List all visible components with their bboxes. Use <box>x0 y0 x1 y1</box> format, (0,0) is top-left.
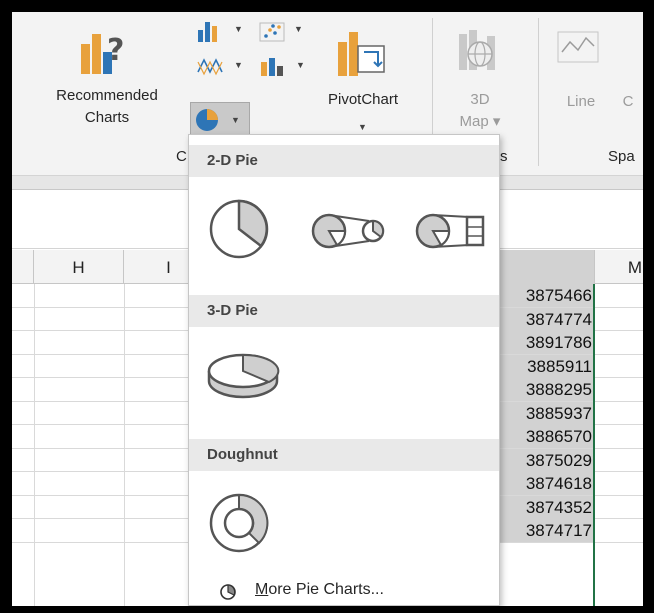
more-pie-charts-text: ore Pie Charts... <box>268 581 384 598</box>
cell-value[interactable]: 3891786 <box>494 331 595 354</box>
cell-value[interactable]: 3874352 <box>494 495 595 519</box>
chevron-down-icon: ▼ <box>234 24 243 34</box>
3d-pie-option[interactable] <box>205 345 281 405</box>
statistic-chart-icon <box>261 58 283 76</box>
column-header-m[interactable]: M <box>595 250 643 284</box>
bar-of-pie-icon <box>415 213 485 249</box>
cell-value[interactable]: 3888295 <box>494 378 595 401</box>
cell-value[interactable]: 3885911 <box>494 354 595 378</box>
section-2d-pie: 2-D Pie <box>189 145 499 177</box>
waterfall-chart-icon <box>197 58 223 76</box>
column-header-corner[interactable] <box>12 250 34 284</box>
cell-value[interactable]: 3874618 <box>494 472 595 495</box>
line-sparkline-icon <box>557 31 599 63</box>
pie-icon <box>209 199 269 259</box>
selection-border <box>593 284 595 606</box>
pivotchart-icon <box>338 32 385 76</box>
recommended-charts-icon: ? <box>81 33 124 74</box>
cell-value[interactable]: 3875029 <box>494 448 595 472</box>
grid-line <box>34 284 35 606</box>
grid-line <box>124 284 125 606</box>
svg-text:?: ? <box>107 33 124 68</box>
doughnut-option[interactable] <box>207 491 271 555</box>
3d-map-label-text: Map <box>459 113 489 130</box>
pie-chart-icon <box>196 109 218 131</box>
globe-icon <box>459 30 495 70</box>
bar-of-pie-option[interactable] <box>411 211 495 251</box>
chevron-down-icon: ▼ <box>294 24 303 34</box>
group-label-sparklines: Spa <box>608 148 635 165</box>
more-pie-charts-label: More Pie Charts... <box>255 581 384 599</box>
group-label-tours: s <box>500 148 508 165</box>
pie-of-pie-icon <box>311 213 385 249</box>
cell-value[interactable]: 3886570 <box>494 425 595 448</box>
sparkline-column-button[interactable]: C <box>618 18 643 128</box>
pie-of-pie-option[interactable] <box>307 211 391 251</box>
3d-pie-icon <box>207 353 280 399</box>
pie-option[interactable] <box>207 197 271 261</box>
pie-chart-button[interactable]: ▼ <box>190 102 250 136</box>
recommended-charts-label-2: Charts <box>84 109 130 126</box>
group-label-charts: C <box>176 148 187 165</box>
section-3d-pie: 3-D Pie <box>189 295 499 327</box>
chevron-down-icon: ▼ <box>358 122 367 132</box>
more-pie-charts-accelerator: M <box>255 581 269 598</box>
excel-window: ? Recommended Charts ▼ ▼ ▼ ▼ ▼ PivotChar… <box>12 12 643 606</box>
column-header-h[interactable]: H <box>34 250 124 284</box>
pie-chart-small-icon <box>220 584 236 600</box>
column-chart-button[interactable]: ▼ <box>194 18 250 46</box>
more-pie-charts-item[interactable]: More Pie Charts... <box>189 575 499 606</box>
scatter-chart-button[interactable]: ▼ <box>256 18 312 46</box>
column-header-l[interactable] <box>494 250 595 284</box>
cell-value[interactable]: 3885937 <box>494 401 595 425</box>
3d-map-label-1: 3D <box>470 91 490 108</box>
chevron-down-icon: ▼ <box>234 60 243 70</box>
pivotchart-label: PivotChart <box>327 91 399 108</box>
scatter-chart-icon <box>259 22 285 42</box>
doughnut-icon <box>209 493 269 553</box>
cell-value[interactable]: 3875466 <box>494 284 595 307</box>
recommended-charts-label-1: Recommended <box>56 87 158 104</box>
chevron-down-icon: ▼ <box>296 60 305 70</box>
line-chart-small-button[interactable]: ▼ <box>194 52 250 80</box>
chevron-down-icon: ▼ <box>231 115 240 125</box>
cell-value[interactable]: 3874774 <box>494 307 595 331</box>
pie-chart-dropdown: 2-D Pie 3-D Pie Doughnut More Pie Charts… <box>188 134 500 606</box>
recommended-charts-button[interactable]: ? Recommended Charts <box>32 18 182 168</box>
section-doughnut: Doughnut <box>189 439 499 471</box>
statistic-chart-button[interactable]: ▼ <box>256 52 312 80</box>
cell-value[interactable]: 3874717 <box>494 519 595 542</box>
ribbon-separator <box>538 18 539 166</box>
sparkline-line-label: Line <box>566 93 596 110</box>
column-chart-icon <box>198 22 217 42</box>
3d-map-label-2: Map ▾ <box>459 113 501 130</box>
sparkline-line-button[interactable]: Line <box>546 18 616 128</box>
sparkline-column-label: C <box>622 93 634 110</box>
